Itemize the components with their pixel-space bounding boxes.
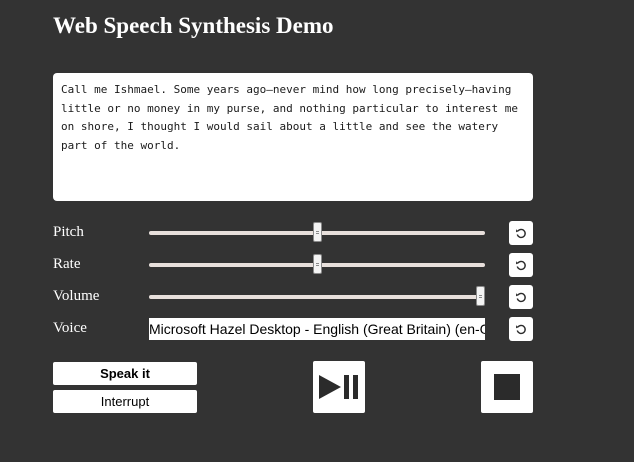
volume-slider[interactable]	[149, 286, 485, 306]
pitch-reset-button[interactable]	[509, 221, 533, 245]
volume-reset-button[interactable]	[509, 285, 533, 309]
reset-icon	[516, 228, 526, 239]
pitch-slider-thumb[interactable]	[312, 222, 322, 242]
speak-button[interactable]: Speak it	[53, 362, 197, 385]
pitch-label: Pitch	[53, 224, 84, 240]
speech-text-input[interactable]: Call me Ishmael. Some years ago—never mi…	[53, 73, 533, 201]
interrupt-button[interactable]: Interrupt	[53, 390, 197, 413]
voice-reset-button[interactable]	[509, 317, 533, 341]
rate-reset-button[interactable]	[509, 253, 533, 277]
volume-slider-thumb[interactable]	[476, 286, 485, 306]
reset-icon	[516, 260, 526, 271]
pitch-slider[interactable]	[149, 222, 485, 242]
voice-select[interactable]: Microsoft Hazel Desktop - English (Great…	[149, 318, 485, 340]
play-pause-button[interactable]	[313, 361, 365, 413]
reset-icon	[516, 324, 526, 335]
page-title: Web Speech Synthesis Demo	[53, 13, 334, 38]
stop-icon	[494, 374, 520, 400]
volume-label: Volume	[53, 288, 100, 304]
play-pause-icon	[319, 375, 358, 399]
rate-slider[interactable]	[149, 254, 485, 274]
voice-label: Voice	[53, 320, 87, 336]
rate-label: Rate	[53, 256, 81, 272]
rate-slider-thumb[interactable]	[312, 254, 322, 274]
stop-button[interactable]	[481, 361, 533, 413]
reset-icon	[516, 292, 526, 303]
